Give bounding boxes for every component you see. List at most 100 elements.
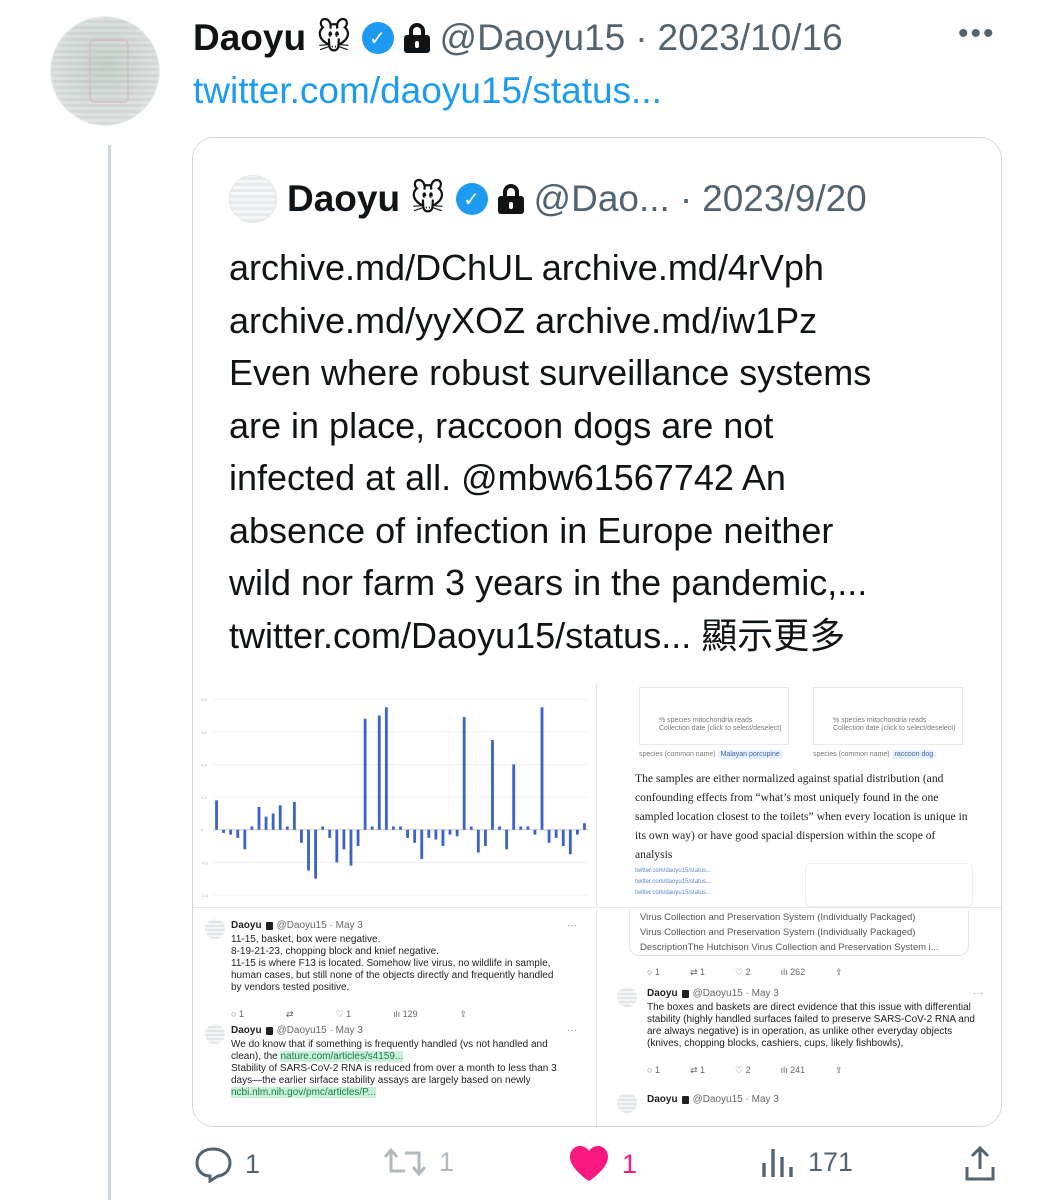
embedded-avatar [205,1024,225,1044]
paper-links: twitter.com/daoyu15/status... twitter.co… [635,866,711,899]
thread-line [108,145,111,1200]
embedded-action-bar: ○ 1 ⇄ 1 ♡ 2 ılı 262 ⇪ [647,967,843,977]
share-button[interactable] [963,1145,997,1183]
paper-link: twitter.com/daoyu15/status... [635,868,712,874]
author-handle[interactable]: @Daoyu15 [440,17,626,59]
embedded-reply-count: ○ 1 [231,1009,244,1019]
mini-plot-right [813,687,963,745]
lock-icon [265,922,273,930]
quote-text-line: are in place, raccoon dogs are not [229,404,774,446]
embedded-link: nature.com/articles/s4159... [280,1051,404,1062]
tweet-date[interactable]: 2023/10/16 [658,17,843,59]
verified-badge-icon: ✓ [361,22,394,54]
media-grid: -0.4 -0.2 0 0.2 0.4 0.6 0.8 % species mitochon… [193,683,1001,1126]
embedded-link-card: Virus Collection and Preservation System… [629,910,969,956]
paper-link: twitter.com/daoyu15/status... [635,879,712,885]
mini-plot-left [639,687,789,745]
species-row-right: species (common name) raccoon dog [813,750,937,759]
media-paper-image[interactable]: % species mitochondria reads % species m… [599,683,1001,908]
chart-bar [392,826,395,830]
chart-bar [370,826,374,830]
embedded-like-count: ♡ 1 [335,1009,352,1019]
chart-bar [540,707,544,830]
heart-icon [570,1146,608,1181]
views-icon [762,1149,793,1177]
reply-button[interactable]: 1 [193,1145,260,1183]
species-pill: raccoon dog [891,750,937,759]
embedded-handle: @Daoyu15 · May 3 [692,988,779,999]
chart-bar [420,829,424,860]
chart-bar [215,800,218,830]
embedded-line: human cases, but still none of the objec… [231,970,554,981]
tweet-header: Daoyu 🐭 ✓ @Daoyu15 · 2023/10/16 [193,14,843,62]
avatar[interactable] [50,16,160,126]
embedded-tweet: Daoyu @Daoyu15 · May 3 ··· We do know tha… [205,1024,577,1099]
more-horizontal-icon: ··· [567,1025,577,1036]
chart-bar [243,829,247,850]
quote-text-line: archive.md/DChUL archive.md/4rVph [229,247,824,288]
chart-tick-label: 0.4 [201,762,207,767]
chart-tick-label: -0.2 [201,860,209,865]
embedded-retweet-icon: ⇄ [285,1009,294,1019]
author-name[interactable]: Daoyu [193,17,306,59]
views-button[interactable]: 171 [760,1145,853,1179]
link-card-line: Virus Collection and Preservation System… [640,927,916,938]
chart-bar [222,829,226,833]
media-tweets-image-right[interactable]: Virus Collection and Preservation System… [599,910,1001,1126]
chart-bar [384,707,388,830]
chart-tick-label: 0.8 [201,697,207,702]
chart-bar [349,829,353,866]
tweet-action-bar: 1 1 1 171 [193,1145,1003,1195]
chart-bar [229,829,233,835]
mini-collection-label: Collection date (click to select/deselec… [833,725,956,732]
chart-bar [377,715,381,830]
embedded-tweet: Daoyu @Daoyu15 · May 3 ··· 11-15, basket,… [205,919,577,1020]
chart-bar [575,829,579,835]
chart-bar [469,826,473,830]
chart-bar [257,806,261,830]
verified-badge-icon: ✓ [455,183,488,215]
retweet-count: 1 [439,1146,455,1177]
embedded-tweet: Daoyu @Daoyu15 · May 3 ··· The boxes and … [613,987,983,1076]
species-pill: Malayan porcupine [717,750,783,759]
separator-dot: · [635,17,648,58]
chart-bar [356,829,360,847]
quote-text-line: absence of infection in Europe neither [229,509,834,551]
media-chart-image[interactable]: -0.4 -0.2 0 0.2 0.4 0.6 0.8 [193,683,597,908]
embedded-avatar [617,1093,637,1113]
lock-icon [681,1096,689,1104]
embedded-line: stability (highly handled surfaces faile… [647,1014,975,1025]
embedded-handle: @Daoyu15 · May 3 [276,1025,363,1036]
chart-bar [236,829,240,838]
like-button[interactable]: 1 [568,1145,637,1183]
retweet-button[interactable]: 1 [383,1145,454,1179]
chart-bar [307,829,310,871]
embedded-views-count: ılı 129 [393,1009,418,1019]
more-horizontal-icon: ··· [973,988,983,999]
like-count: 1 [622,1148,638,1179]
embedded-line: Stability of SARS-CoV-2 RNA is reduced f… [231,1063,557,1074]
chart-bar [448,829,452,835]
chart-bar [483,829,487,847]
mini-collection-label: Collection date (click to select/deselec… [659,725,782,732]
embedded-line: (knives, chopping blocks, cashiers, cups… [647,1038,904,1049]
chart-bar [285,826,289,830]
species-label: species (common name) [639,751,716,758]
quoted-tweet[interactable]: Daoyu 🐭 ✓ @Dao... · 2023/9/20 archive.md… [192,137,1002,1127]
chart-bar [526,826,530,830]
chart-bar [505,829,509,850]
media-tweets-image-left[interactable]: Daoyu @Daoyu15 · May 3 ··· 11-15, basket,… [193,910,597,1126]
chart-bar [441,829,445,847]
chart-bar [328,829,332,838]
embedded-line: clean), the nature.com/articles/s4159... [231,1051,404,1062]
status-link[interactable]: twitter.com/daoyu15/status... [193,70,662,112]
more-horizontal-icon[interactable]: ••• [958,19,996,49]
species-row-left: species (common name) Malayan porcupine [639,750,783,759]
chart-bar [406,829,409,838]
quote-avatar [229,175,277,223]
embedded-line: days—the earlier sirface stability assay… [231,1075,531,1086]
embedded-name: Daoyu [647,988,678,999]
quote-text: archive.md/DChUL archive.md/4rVph archiv… [229,242,969,662]
embedded-line: 11-15, basket, box were negative. [231,934,381,945]
embedded-line: We do know that if something is frequent… [231,1039,548,1050]
